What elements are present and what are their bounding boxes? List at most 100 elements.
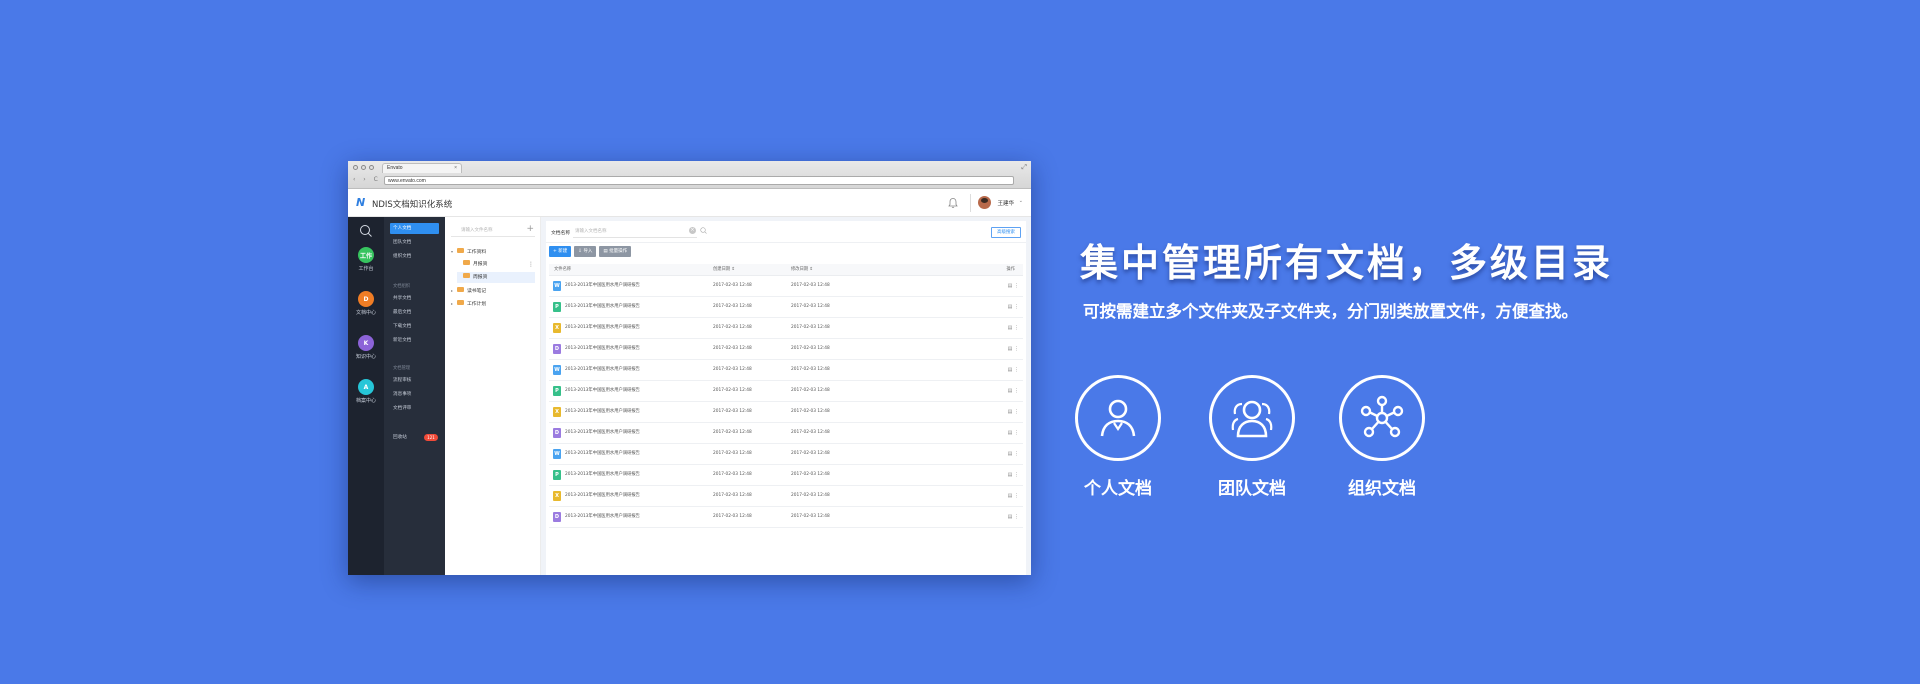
tree-node-label: 工作资料 [467, 250, 487, 255]
table-row[interactable]: W 2013-2013年中国医用水用户调研报告 2017-02-03 12:48 20… [549, 276, 1023, 297]
modified-date: 2017-02-03 12:48 [791, 304, 830, 309]
file-name[interactable]: 2013-2013年中国医用水用户调研报告 [565, 507, 640, 527]
menu-item-downloads[interactable]: 下载文档 [390, 321, 439, 332]
file-name[interactable]: 2013-2013年中国医用水用户调研报告 [565, 297, 640, 317]
table-row[interactable]: X 2013-2013年中国医用水用户调研报告 2017-02-03 12:48 20… [549, 318, 1023, 339]
tab-close-icon[interactable]: × [454, 165, 457, 171]
menu-item-new[interactable]: 新近文档 [390, 335, 439, 346]
file-name[interactable]: 2013-2013年中国医用水用户调研报告 [565, 276, 640, 296]
bell-icon[interactable] [947, 197, 959, 209]
search-icon[interactable] [700, 227, 707, 234]
row-actions-icon[interactable]: ▤ ⋮ [1008, 360, 1019, 380]
row-actions-icon[interactable]: ▤ ⋮ [1008, 402, 1019, 422]
column-header-modified[interactable]: 修改日期 ⇕ [791, 264, 813, 276]
subheadline: 可按需建立多个文件夹及子文件夹，分门别类放置文件，方便查找。 [1083, 302, 1578, 321]
filter-label: 文档名称 [551, 231, 571, 236]
file-type-icon: W [553, 365, 561, 375]
feature-label: 个人文档 [1084, 479, 1152, 499]
nav-workbench[interactable]: 工作 工作台 [348, 247, 384, 272]
tree-search-input[interactable]: 请输入文件名称 [451, 225, 535, 237]
tree-node-label: 读书笔记 [467, 289, 487, 294]
row-actions-icon[interactable]: ▤ ⋮ [1008, 318, 1019, 338]
menu-item-messages[interactable]: 消息事项 [390, 389, 439, 400]
row-actions-icon[interactable]: ▤ ⋮ [1008, 381, 1019, 401]
document-name-input[interactable]: 请输入文档名称 [573, 226, 697, 238]
file-name[interactable]: 2013-2013年中国医用水用户调研报告 [565, 360, 640, 380]
tree-node[interactable]: ▸ 工作计划 [451, 298, 535, 309]
nav-archive-center[interactable]: A 档案中心 [348, 379, 384, 404]
import-button[interactable]: ⇩ 导入 [574, 246, 597, 257]
browser-mockup: Envato × ⤢ ‹ › C www.envato.com N NDIS文档… [348, 161, 1031, 575]
advanced-search-button[interactable]: 高级搜索 [991, 227, 1021, 238]
created-date: 2017-02-03 12:48 [713, 304, 752, 309]
add-folder-icon[interactable]: + [526, 224, 534, 234]
fullscreen-icon[interactable]: ⤢ [1021, 163, 1027, 172]
file-name[interactable]: 2013-2013年中国医用水用户调研报告 [565, 486, 640, 506]
tree-node-label: 工作计划 [467, 302, 487, 307]
avatar[interactable] [978, 196, 991, 209]
table-row[interactable]: X 2013-2013年中国医用水用户调研报告 2017-02-03 12:48 20… [549, 402, 1023, 423]
column-header-name[interactable]: 文件名称 [554, 264, 571, 276]
table-row[interactable]: D 2013-2013年中国医用水用户调研报告 2017-02-03 12:48 20… [549, 507, 1023, 528]
workbench-icon: 工作 [358, 247, 374, 263]
row-actions-icon[interactable]: ▤ ⋮ [1008, 423, 1019, 443]
tree-node[interactable]: ▸ 读书笔记 [451, 285, 535, 296]
menu-item-org-docs[interactable]: 组织文档 [390, 251, 439, 262]
batch-operation-button[interactable]: ▤ 批量操作 [599, 246, 632, 257]
table-row[interactable]: D 2013-2013年中国医用水用户调研报告 2017-02-03 12:48 20… [549, 339, 1023, 360]
more-icon[interactable]: ⋮ [528, 261, 534, 268]
nav-knowledge-center[interactable]: K 知识中心 [348, 335, 384, 360]
file-name[interactable]: 2013-2013年中国医用水用户调研报告 [565, 465, 640, 485]
chevron-down-icon[interactable]: ⌄ [1019, 198, 1023, 204]
network-icon [1360, 395, 1404, 438]
created-date: 2017-02-03 12:48 [713, 472, 752, 477]
new-button[interactable]: + 新建 [549, 246, 572, 257]
row-actions-icon[interactable]: ▤ ⋮ [1008, 507, 1019, 527]
file-name[interactable]: 2013-2013年中国医用水用户调研报告 [565, 423, 640, 443]
search-icon[interactable] [359, 224, 373, 238]
menu-item-review[interactable]: 流程审核 [390, 375, 439, 386]
browser-tab-title: Envato [387, 165, 403, 171]
row-actions-icon[interactable]: ▤ ⋮ [1008, 465, 1019, 485]
file-name[interactable]: 2013-2013年中国医用水用户调研报告 [565, 444, 640, 464]
menu-item-team-docs[interactable]: 团队文档 [390, 237, 439, 248]
tree-node[interactable]: ▾ 工作资料 [451, 246, 535, 257]
menu-item-personal-docs[interactable]: 个人文档 [390, 223, 439, 234]
nav-archive-center-label: 档案中心 [355, 398, 376, 404]
file-name[interactable]: 2013-2013年中国医用水用户调研报告 [565, 381, 640, 401]
table-row[interactable]: X 2013-2013年中国医用水用户调研报告 2017-02-03 12:48 20… [549, 486, 1023, 507]
row-actions-icon[interactable]: ▤ ⋮ [1008, 297, 1019, 317]
created-date: 2017-02-03 12:48 [713, 283, 752, 288]
row-actions-icon[interactable]: ▤ ⋮ [1008, 276, 1019, 296]
table-row[interactable]: W 2013-2013年中国医用水用户调研报告 2017-02-03 12:48 20… [549, 360, 1023, 381]
created-date: 2017-02-03 12:48 [713, 514, 752, 519]
file-name[interactable]: 2013-2013年中国医用水用户调研报告 [565, 339, 640, 359]
table-row[interactable]: P 2013-2013年中国医用水用户调研报告 2017-02-03 12:48 20… [549, 297, 1023, 318]
table-row[interactable]: D 2013-2013年中国医用水用户调研报告 2017-02-03 12:48 20… [549, 423, 1023, 444]
menu-item-recent[interactable]: 最后文档 [390, 307, 439, 318]
row-actions-icon[interactable]: ▤ ⋮ [1008, 486, 1019, 506]
tree-node-selected[interactable]: 周报资 [457, 272, 535, 283]
window-controls[interactable] [353, 165, 374, 170]
file-name[interactable]: 2013-2013年中国医用水用户调研报告 [565, 318, 640, 338]
table-row[interactable]: P 2013-2013年中国医用水用户调研报告 2017-02-03 12:48 20… [549, 381, 1023, 402]
tree-node[interactable]: 月报资 [457, 259, 535, 270]
file-name[interactable]: 2013-2013年中国医用水用户调研报告 [565, 402, 640, 422]
modified-date: 2017-02-03 12:48 [791, 514, 830, 519]
user-name[interactable]: 王建华 [997, 199, 1014, 207]
nav-document-center[interactable]: D 文档中心 [348, 291, 384, 316]
menu-item-shared[interactable]: 共享文档 [390, 293, 439, 304]
modified-date: 2017-02-03 12:48 [791, 472, 830, 477]
browser-tab[interactable]: Envato × [382, 163, 462, 173]
row-actions-icon[interactable]: ▤ ⋮ [1008, 444, 1019, 464]
table-row[interactable]: W 2013-2013年中国医用水用户调研报告 2017-02-03 12:48 20… [549, 444, 1023, 465]
headline: 集中管理所有文档，多级目录 [1080, 241, 1614, 285]
column-header-created[interactable]: 创建日期 ⇕ [713, 264, 735, 276]
row-actions-icon[interactable]: ▤ ⋮ [1008, 339, 1019, 359]
clear-icon[interactable]: × [689, 227, 696, 234]
address-bar[interactable]: www.envato.com [384, 176, 1014, 185]
menu-item-evaluation[interactable]: 文档评审 [390, 403, 439, 414]
browser-nav-buttons[interactable]: ‹ › C [353, 176, 381, 183]
tree-node-label: 周报资 [473, 275, 488, 280]
table-row[interactable]: P 2013-2013年中国医用水用户调研报告 2017-02-03 12:48 20… [549, 465, 1023, 486]
